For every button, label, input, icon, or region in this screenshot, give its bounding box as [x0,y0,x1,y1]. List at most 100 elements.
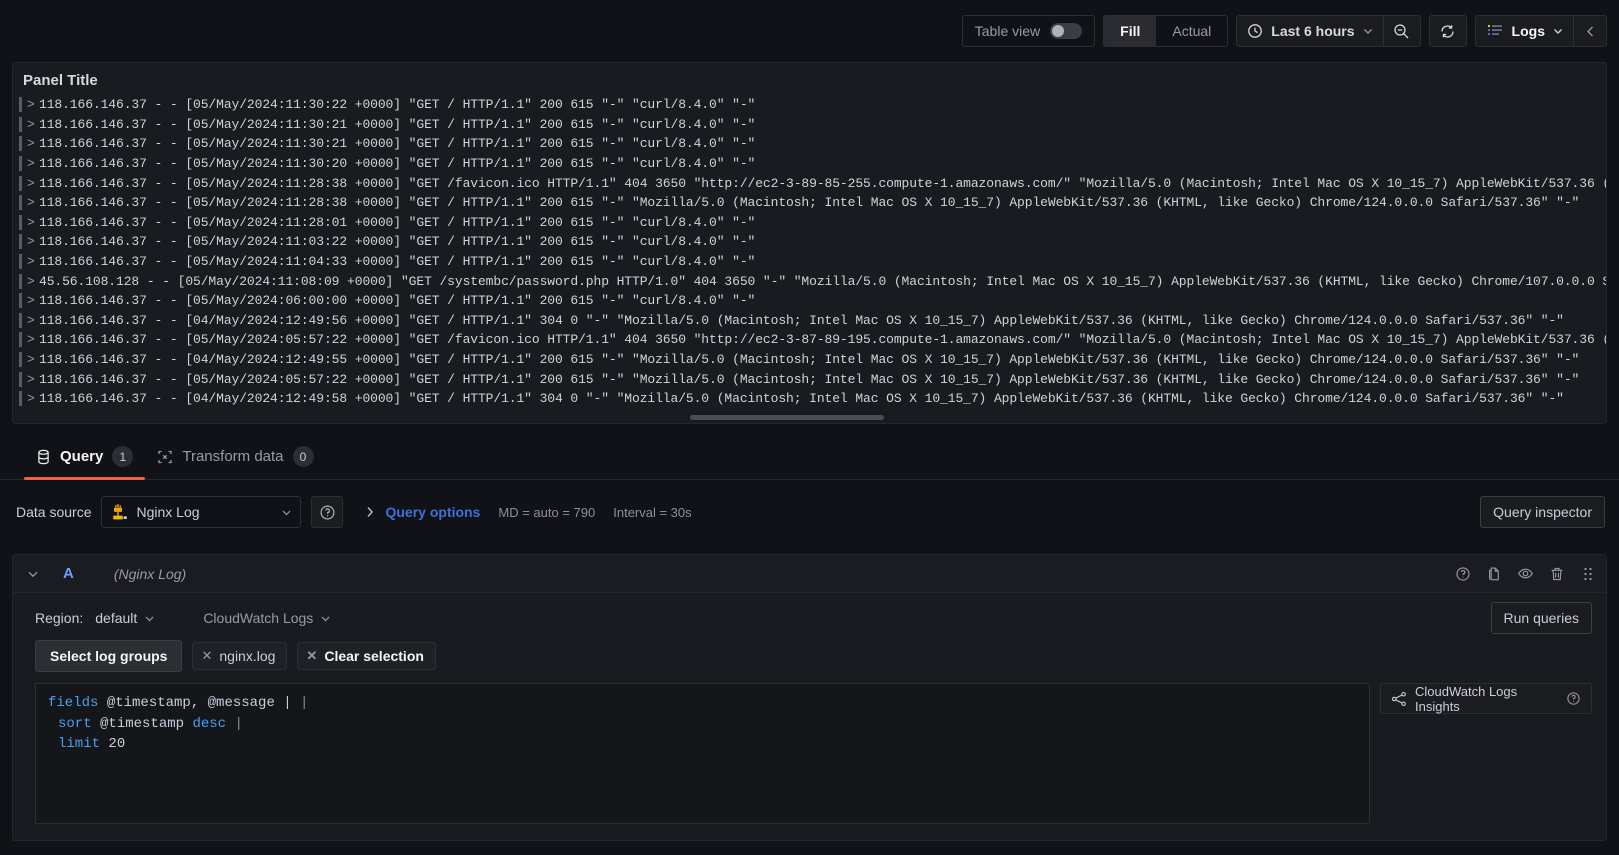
table-view-toggle[interactable]: Table view [961,15,1096,47]
chevron-down-icon [144,613,155,624]
expand-log-row-icon[interactable]: > [27,97,39,112]
visualization-panel: Panel Title >118.166.146.37 - - [05/May/… [12,62,1607,424]
refresh-icon [1439,23,1456,40]
chevron-down-icon [1553,26,1563,36]
log-level-indicator [19,116,22,132]
visualization-picker[interactable]: Logs [1476,16,1574,46]
close-icon: ✕ [306,648,318,663]
expand-log-row-icon[interactable]: > [27,117,39,132]
expand-log-row-icon[interactable]: > [27,136,39,151]
log-level-indicator [19,97,22,113]
clock-icon [1247,23,1263,39]
logs-list[interactable]: >118.166.146.37 - - [05/May/2024:11:30:2… [13,95,1606,423]
datasource-help-button[interactable] [311,496,344,528]
log-row-message: 118.166.146.37 - - [05/May/2024:11:28:01… [39,214,756,230]
log-row-message: 118.166.146.37 - - [04/May/2024:12:49:56… [39,312,1564,328]
log-level-indicator [19,195,22,211]
expand-log-row-icon[interactable]: > [27,195,39,210]
tab-transform-data-label: Transform data [182,448,284,465]
log-row[interactable]: >118.166.146.37 - - [05/May/2024:11:28:3… [19,173,1606,193]
log-row[interactable]: >118.166.146.37 - - [04/May/2024:12:49:5… [19,389,1606,409]
log-row[interactable]: >118.166.146.37 - - [05/May/2024:11:30:2… [19,134,1606,154]
log-level-indicator [19,332,22,348]
expand-log-row-icon[interactable]: > [27,391,39,406]
zoom-out-time-range-button[interactable] [1384,16,1420,46]
log-row[interactable]: >118.166.146.37 - - [05/May/2024:06:00:0… [19,291,1606,311]
chevron-left-icon [1585,25,1596,38]
duplicate-query-icon[interactable] [1486,566,1502,582]
hide-response-icon[interactable] [1517,565,1534,582]
tab-transform-data-badge: 0 [292,446,314,467]
fill-option[interactable]: Fill [1104,16,1157,46]
time-range-picker[interactable]: Last 6 hours [1237,16,1384,46]
question-circle-icon[interactable] [1566,691,1581,706]
refresh-dashboard-button[interactable] [1428,15,1467,47]
cloudwatch-icon [110,504,128,520]
log-row[interactable]: >118.166.146.37 - - [04/May/2024:12:49:5… [19,311,1606,331]
logs-query-code-editor[interactable]: fields @timestamp, @message | | sort @ti… [35,683,1370,824]
query-mode-select[interactable]: CloudWatch Logs [203,610,331,626]
tab-transform-data[interactable]: Transform data 0 [145,434,325,479]
expand-log-row-icon[interactable]: > [27,372,39,387]
log-row-message: 45.56.108.128 - - [05/May/2024:11:08:09 … [39,273,1606,289]
run-queries-button[interactable]: Run queries [1490,602,1592,634]
collapse-query-row-icon[interactable] [27,568,39,580]
drag-handle-icon[interactable] [1580,566,1596,582]
expand-log-row-icon[interactable]: > [27,176,39,191]
log-group-chip-nginx-log[interactable]: ✕ nginx.log [192,642,288,670]
log-row[interactable]: >118.166.146.37 - - [04/May/2024:12:49:5… [19,350,1606,370]
expand-log-row-icon[interactable]: > [27,215,39,230]
collapse-options-pane-button[interactable] [1574,16,1606,46]
code-rest-2: @timestamp [91,715,193,732]
expand-log-row-icon[interactable]: > [27,313,39,328]
expand-log-row-icon[interactable]: > [27,234,39,249]
log-row-message: 118.166.146.37 - - [05/May/2024:11:30:22… [39,97,756,113]
query-options-toggle[interactable]: Query options MD = auto = 790 Interval =… [365,504,692,520]
log-row[interactable]: >45.56.108.128 - - [05/May/2024:11:08:09… [19,271,1606,291]
query-ref-id[interactable]: A [63,565,74,582]
fill-actual-radio-group: Fill Actual [1103,15,1229,47]
clear-selection-label: Clear selection [324,648,424,664]
region-select[interactable]: default [95,610,155,626]
expand-log-row-icon[interactable]: > [27,156,39,171]
table-view-label: Table view [974,23,1041,39]
max-data-points-text: MD = auto = 790 [498,504,596,520]
panel-editor-toolbar: Table view Fill Actual Last 6 hours Logs [0,0,1619,62]
query-inspector-button[interactable]: Query inspector [1480,496,1605,528]
actual-option[interactable]: Actual [1156,16,1227,46]
visualization-controls: Logs [1474,15,1607,47]
panel-title[interactable]: Panel Title [13,63,1606,95]
log-level-indicator [19,352,22,368]
expand-log-row-icon[interactable]: > [27,274,39,289]
remove-chip-icon[interactable]: ✕ [201,648,212,664]
log-row-message: 118.166.146.37 - - [05/May/2024:06:00:00… [39,293,756,309]
log-row-message: 118.166.146.37 - - [05/May/2024:11:03:22… [39,234,756,250]
logs-icon [1486,22,1504,40]
expand-log-row-icon[interactable]: > [27,254,39,269]
tab-query[interactable]: Query 1 [24,434,146,480]
insights-label: CloudWatch Logs Insights [1415,683,1518,714]
time-range-label: Last 6 hours [1271,23,1355,39]
remove-query-icon[interactable] [1549,566,1565,582]
clear-selection-button[interactable]: ✕ Clear selection [297,642,436,670]
log-row[interactable]: >118.166.146.37 - - [05/May/2024:05:57:2… [19,330,1606,350]
help-icon[interactable] [1455,566,1471,582]
log-row[interactable]: >118.166.146.37 - - [05/May/2024:11:04:3… [19,252,1606,272]
cloudwatch-logs-insights-badge[interactable]: CloudWatch Logs Insights [1380,683,1592,714]
log-row[interactable]: >118.166.146.37 - - [05/May/2024:11:28:0… [19,213,1606,233]
expand-log-row-icon[interactable]: > [27,293,39,308]
visualization-type-label: Logs [1511,23,1545,39]
log-row[interactable]: >118.166.146.37 - - [05/May/2024:11:30:2… [19,115,1606,135]
select-log-groups-button[interactable]: Select log groups [35,640,183,672]
table-view-switch[interactable] [1050,23,1083,39]
log-row-message: 118.166.146.37 - - [04/May/2024:12:49:58… [39,391,1564,407]
expand-log-row-icon[interactable]: > [27,332,39,347]
datasource-picker[interactable]: Nginx Log [101,496,302,528]
log-row[interactable]: >118.166.146.37 - - [05/May/2024:05:57:2… [19,369,1606,389]
expand-log-row-icon[interactable]: > [27,352,39,367]
log-row[interactable]: >118.166.146.37 - - [05/May/2024:11:03:2… [19,232,1606,252]
log-row[interactable]: >118.166.146.37 - - [05/May/2024:11:30:2… [19,95,1606,115]
log-row[interactable]: >118.166.146.37 - - [05/May/2024:11:28:3… [19,193,1606,213]
log-row[interactable]: >118.166.146.37 - - [05/May/2024:11:30:2… [19,154,1606,174]
logs-horizontal-scrollbar-thumb[interactable] [690,415,885,420]
